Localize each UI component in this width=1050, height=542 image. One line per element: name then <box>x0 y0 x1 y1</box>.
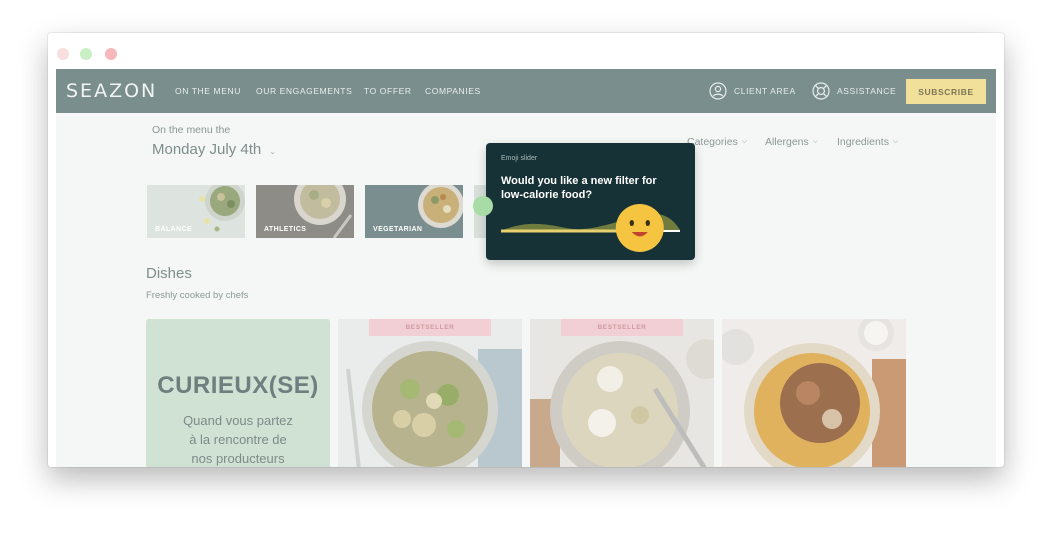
filter-allergens[interactable]: Allergens ⌵ <box>765 136 818 148</box>
category-card-vegetarian[interactable]: VEGETARIAN <box>365 185 463 238</box>
dish-card-gratin[interactable] <box>722 319 906 467</box>
category-label: ATHLETICS <box>264 226 307 233</box>
nav-link-our-engagements[interactable]: OUR ENGAGEMENTS <box>256 86 352 96</box>
risotto-dish-image <box>530 339 714 467</box>
slider-drag-handle[interactable] <box>473 196 493 216</box>
dishes-subtitle: Freshly cooked by chefs <box>146 290 249 301</box>
category-label: VEGETARIAN <box>373 226 423 233</box>
bestseller-badge: BESTSELLER <box>561 319 683 336</box>
browser-window: SEAZON ON THE MENU OUR ENGAGEMENTS TO OF… <box>48 33 1004 467</box>
window-close-dot[interactable] <box>57 48 69 60</box>
promo-line: nos producteurs <box>191 451 285 466</box>
assistance-label: ASSISTANCE <box>837 86 897 96</box>
chevron-down-icon: ⌵ <box>892 138 899 145</box>
gratin-dish-image <box>722 319 906 467</box>
emoji-slider-popup: Emoji slider Would you like a new filter… <box>486 143 695 260</box>
menu-date-selector[interactable]: Monday July 4th ⌄ <box>152 141 276 158</box>
subscribe-button[interactable]: SUBSCRIBE <box>906 79 986 104</box>
client-area-label: CLIENT AREA <box>734 86 796 96</box>
smiley-emoji-icon[interactable] <box>615 204 664 252</box>
promo-line: Quand vous partez <box>183 413 293 428</box>
filter-ingredients-label: Ingredients <box>837 136 889 148</box>
category-card-athletics[interactable]: ATHLETICS <box>256 185 354 238</box>
emoji-slider-track[interactable] <box>486 143 695 260</box>
user-icon <box>709 82 727 100</box>
seazon-logo[interactable]: SEAZON <box>66 80 157 102</box>
dish-card-pasta[interactable]: BESTSELLER <box>338 319 522 467</box>
page: SEAZON ON THE MENU OUR ENGAGEMENTS TO OF… <box>56 69 996 467</box>
menu-caption: On the menu the <box>152 124 231 136</box>
category-card-balance[interactable]: BALANCE <box>147 185 245 238</box>
chevron-down-icon: ⌵ <box>812 138 819 145</box>
nav-link-to-offer[interactable]: TO OFFER <box>364 86 412 96</box>
lifebuoy-icon <box>812 82 830 100</box>
menu-date-label: Monday July 4th <box>152 141 262 158</box>
chevron-down-icon: ⌄ <box>269 146 276 156</box>
filter-ingredients[interactable]: Ingredients ⌵ <box>837 136 898 148</box>
filter-categories[interactable]: Categories ⌵ <box>687 136 747 148</box>
client-area-link[interactable]: CLIENT AREA <box>709 80 796 102</box>
promo-title: CURIEUX(SE) <box>157 372 319 399</box>
window-minimize-dot[interactable] <box>80 48 92 60</box>
window-maximize-dot[interactable] <box>105 48 117 60</box>
promo-card[interactable]: CURIEUX(SE) Quand vous partez à la renco… <box>146 319 330 467</box>
pasta-dish-image <box>346 341 522 467</box>
dishes-title: Dishes <box>146 265 192 282</box>
top-navbar: SEAZON ON THE MENU OUR ENGAGEMENTS TO OF… <box>56 69 996 113</box>
dish-card-risotto[interactable]: BESTSELLER <box>530 319 714 467</box>
category-label: BALANCE <box>155 226 193 233</box>
nav-link-companies[interactable]: COMPANIES <box>425 86 481 96</box>
chevron-down-icon: ⌵ <box>741 138 748 145</box>
promo-text: Quand vous partez à la rencontre de nos … <box>146 411 330 467</box>
filter-allergens-label: Allergens <box>765 136 809 148</box>
promo-line: à la rencontre de <box>189 432 287 447</box>
bestseller-badge: BESTSELLER <box>369 319 491 336</box>
nav-link-on-the-menu[interactable]: ON THE MENU <box>175 86 241 96</box>
assistance-link[interactable]: ASSISTANCE <box>812 80 896 102</box>
